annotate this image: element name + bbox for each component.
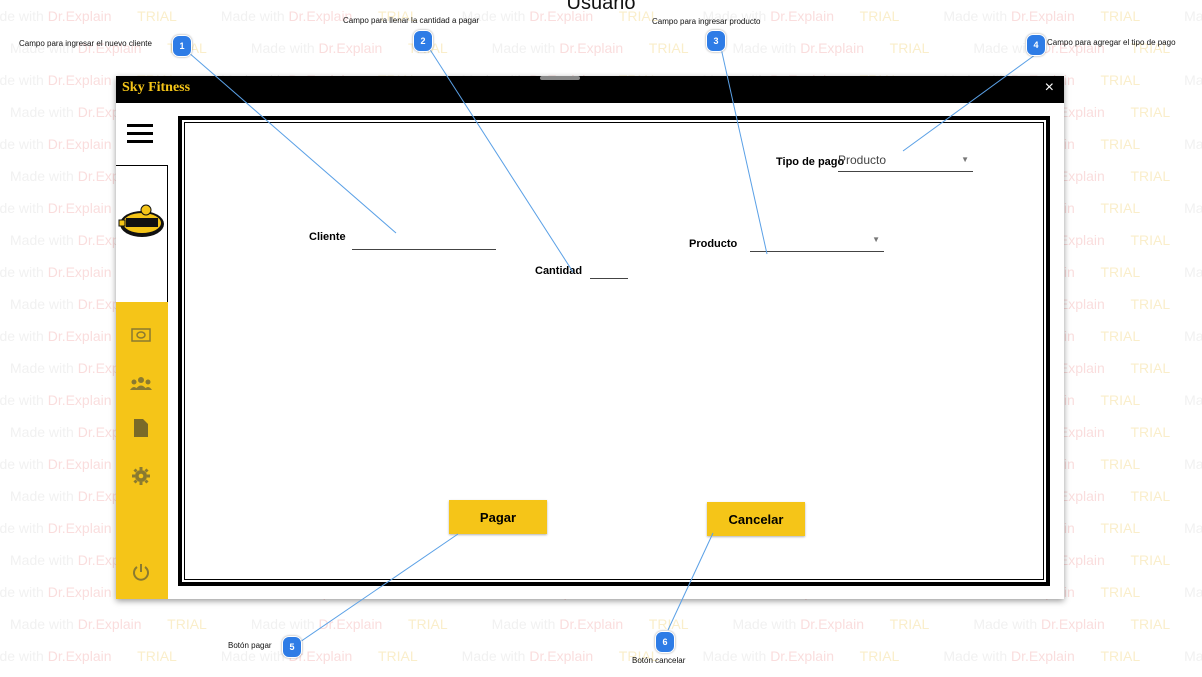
payment-form-panel: Cliente Cantidad Producto ▼ Tipo de pago… <box>178 116 1050 586</box>
document-icon[interactable] <box>130 417 152 439</box>
sidebar-nav <box>116 302 168 599</box>
cancelar-button[interactable]: Cancelar <box>707 502 805 536</box>
users-group-icon[interactable] <box>130 372 152 394</box>
pagar-button[interactable]: Pagar <box>449 500 547 534</box>
sky-fitness-logo <box>118 204 164 237</box>
page-title: Usuario <box>566 0 636 14</box>
watermark-row: Made with Dr.Explain TRIALMade with Dr.E… <box>10 616 1171 632</box>
callout-text-5: Botón pagar <box>228 641 272 650</box>
cliente-label: Cliente <box>309 231 346 243</box>
app-window: Sky Fitness × Cliente Cantidad Producto … <box>116 76 1064 599</box>
callout-badge-6: 6 <box>655 631 675 653</box>
watermark-row: Made with Dr.Explain TRIALMade with Dr.E… <box>10 40 1171 56</box>
callout-badge-4: 4 <box>1026 34 1046 56</box>
hamburger-menu-icon[interactable] <box>127 124 153 146</box>
title-bar: Sky Fitness × <box>116 76 1064 103</box>
chevron-down-icon: ▼ <box>961 155 969 164</box>
cantidad-label: Cantidad <box>535 265 583 277</box>
cliente-input[interactable] <box>352 231 496 250</box>
tipo-pago-select[interactable]: Producto ▼ <box>838 153 973 172</box>
form-inner-border <box>184 122 1044 580</box>
tipo-pago-select-value: Producto <box>838 153 887 167</box>
logo-panel <box>116 165 168 304</box>
money-icon[interactable] <box>130 324 152 346</box>
callout-badge-3: 3 <box>706 30 726 52</box>
app-title: Sky Fitness <box>122 80 191 95</box>
callout-text-3: Campo para ingresar producto <box>652 17 761 26</box>
producto-label: Producto <box>689 238 738 250</box>
sidebar <box>116 103 168 599</box>
gear-icon[interactable] <box>130 465 152 487</box>
power-icon[interactable] <box>130 561 152 583</box>
callout-badge-2: 2 <box>413 30 433 52</box>
callout-text-4: Campo para agregar el tipo de pago <box>1047 38 1176 47</box>
producto-select[interactable]: ▼ <box>750 233 884 252</box>
callout-text-1: Campo para ingresar el nuevo cliente <box>19 39 152 48</box>
callout-text-6: Botón cancelar <box>632 656 686 665</box>
callout-badge-5: 5 <box>282 636 302 658</box>
watermark-row: Made with Dr.Explain TRIALMade with Dr.E… <box>0 648 1202 664</box>
tipo-pago-label: Tipo de pago <box>776 156 845 168</box>
cantidad-input[interactable] <box>590 260 628 279</box>
close-icon[interactable]: × <box>1045 79 1054 97</box>
drag-handle[interactable] <box>540 76 580 80</box>
chevron-down-icon: ▼ <box>872 235 880 244</box>
callout-badge-1: 1 <box>172 35 192 57</box>
callout-text-2: Campo para llenar la cantidad a pagar <box>343 16 480 25</box>
